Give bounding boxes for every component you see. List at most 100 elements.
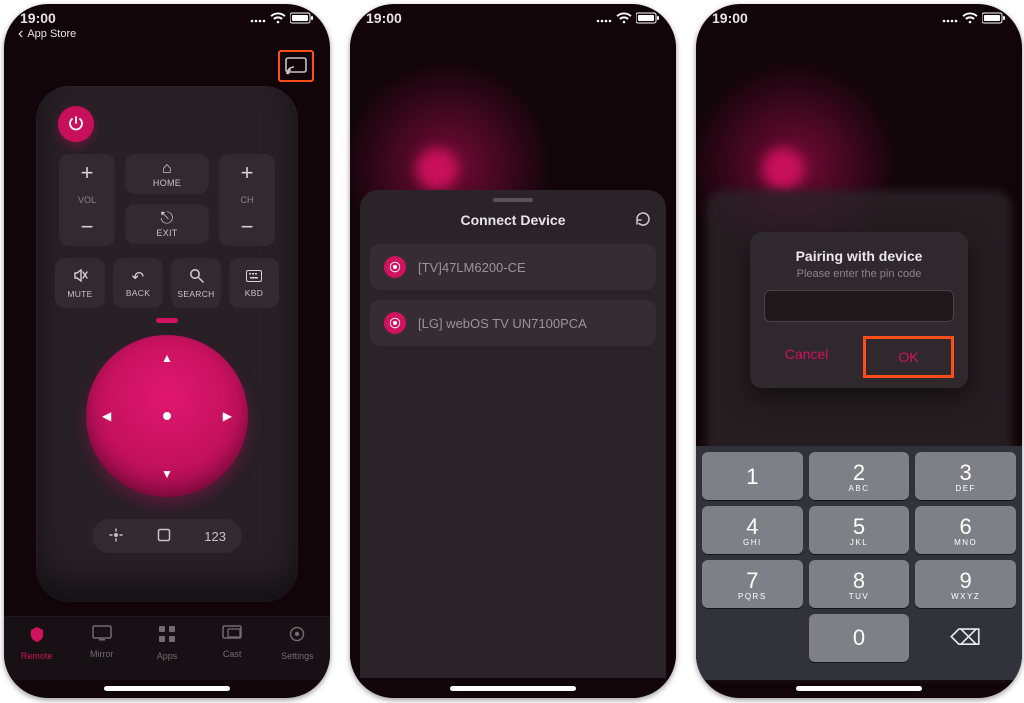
channel-rocker[interactable]: + CH − — [219, 154, 275, 246]
remote-control-panel: + VOL − ⌂ HOME ⎋ EXIT + CH − — [36, 86, 298, 602]
mute-label: MUTE — [67, 289, 92, 299]
dpad-left[interactable]: ◀ — [102, 409, 111, 423]
battery-icon — [982, 12, 1006, 24]
refresh-icon[interactable] — [634, 210, 652, 231]
bottom-tab-bar: Remote Mirror Apps Cast Settings — [4, 616, 330, 680]
signal-icon — [596, 13, 612, 23]
search-label: SEARCH — [177, 289, 214, 299]
keypad-blank — [702, 614, 803, 662]
keypad-4[interactable]: 4GHI — [702, 506, 803, 554]
backspace-icon: ⌫ — [950, 625, 981, 651]
pin-code-input[interactable] — [764, 290, 954, 322]
keypad-0[interactable]: 0 — [809, 614, 910, 662]
dpad-right[interactable]: ▶ — [223, 409, 232, 423]
numpad-mode[interactable]: 123 — [204, 529, 226, 544]
device-item-1[interactable]: ⦿ [LG] webOS TV UN7100PCA — [370, 300, 656, 346]
tab-apps[interactable]: Apps — [137, 625, 197, 661]
home-button[interactable]: ⌂ HOME — [125, 154, 209, 194]
phone-remote-screen: 19:00 App Store — [4, 4, 330, 698]
ch-label: CH — [241, 195, 254, 205]
wifi-icon — [616, 12, 632, 24]
mute-icon — [73, 268, 88, 287]
ok-button[interactable]: OK — [863, 336, 954, 378]
keypad-1[interactable]: 1 — [702, 452, 803, 500]
cast-icon[interactable] — [285, 57, 307, 75]
pairing-dialog: Pairing with device Please enter the pin… — [750, 232, 968, 388]
wifi-icon — [270, 12, 286, 24]
lg-logo-icon: ⦿ — [384, 312, 406, 334]
keypad-3[interactable]: 3DEF — [915, 452, 1016, 500]
tab-mirror[interactable]: Mirror — [72, 625, 132, 659]
exit-button[interactable]: ⎋ EXIT — [125, 204, 209, 244]
cast-target-highlight — [278, 50, 314, 82]
vol-down[interactable]: − — [81, 218, 94, 236]
status-time: 19:00 — [712, 10, 748, 26]
connect-device-sheet: Connect Device ⦿ [TV]47LM6200-CE ⦿ [LG] … — [360, 190, 666, 678]
apps-tab-icon — [158, 625, 176, 648]
keyboard-button[interactable]: KBD — [229, 258, 279, 308]
tab-apps-label: Apps — [157, 651, 178, 661]
tab-remote[interactable]: Remote — [7, 625, 67, 661]
signal-icon — [250, 13, 266, 23]
status-bar: 19:00 — [350, 4, 676, 28]
power-button[interactable] — [58, 106, 94, 142]
dialog-subtitle: Please enter the pin code — [764, 268, 954, 280]
device-name: [TV]47LM6200-CE — [418, 260, 526, 275]
mirror-tab-icon — [92, 625, 112, 646]
settings-tab-icon — [288, 625, 306, 648]
dpad: ▲ ▼ ◀ ▶ — [86, 335, 248, 497]
search-button[interactable]: SEARCH — [171, 258, 221, 308]
ch-down[interactable]: − — [241, 218, 254, 236]
dpad-ok[interactable] — [163, 412, 171, 420]
signal-icon — [942, 13, 958, 23]
keypad-8[interactable]: 8TUV — [809, 560, 910, 608]
lg-logo-icon: ⦿ — [384, 256, 406, 278]
status-time: 19:00 — [20, 10, 56, 26]
status-bar: 19:00 — [696, 4, 1022, 28]
keypad-7[interactable]: 7PQRS — [702, 560, 803, 608]
back-button[interactable]: ↶ BACK — [113, 258, 163, 308]
home-label: HOME — [153, 178, 181, 188]
device-name: [LG] webOS TV UN7100PCA — [418, 316, 587, 331]
back-to-app-store[interactable]: App Store — [4, 28, 330, 44]
back-icon: ↶ — [132, 268, 145, 286]
device-item-0[interactable]: ⦿ [TV]47LM6200-CE — [370, 244, 656, 290]
sheet-grabber[interactable] — [493, 198, 533, 202]
tab-mirror-label: Mirror — [90, 649, 114, 659]
exit-label: EXIT — [156, 228, 177, 238]
dialog-title: Pairing with device — [764, 248, 954, 264]
dpad-down[interactable]: ▼ — [161, 467, 173, 481]
keypad-2[interactable]: 2ABC — [809, 452, 910, 500]
exit-icon: ⎋ — [161, 210, 174, 228]
tab-cast[interactable]: Cast — [202, 625, 262, 659]
keypad-9[interactable]: 9WXYZ — [915, 560, 1016, 608]
status-bar: 19:00 — [4, 4, 330, 28]
home-icon: ⌂ — [162, 160, 172, 178]
back-label: BACK — [126, 288, 150, 298]
keypad-5[interactable]: 5JKL — [809, 506, 910, 554]
ch-up[interactable]: + — [241, 164, 254, 182]
phone-pairing-screen: 19:00 Pairing with device Please enter t… — [696, 4, 1022, 698]
search-icon — [189, 268, 204, 287]
keypad-6[interactable]: 6MNO — [915, 506, 1016, 554]
numeric-keypad: 1 2ABC 3DEF 4GHI 5JKL 6MNO 7PQRS 8TUV 9W… — [696, 446, 1022, 680]
drag-indicator — [156, 318, 178, 323]
wifi-icon — [962, 12, 978, 24]
keyboard-icon — [246, 269, 262, 286]
tab-settings[interactable]: Settings — [267, 625, 327, 661]
battery-icon — [290, 12, 314, 24]
vol-up[interactable]: + — [81, 164, 94, 182]
cast-tab-icon — [222, 625, 242, 646]
dpad-up[interactable]: ▲ — [161, 351, 173, 365]
mode-switch[interactable]: 123 — [92, 519, 242, 553]
cancel-button[interactable]: Cancel — [764, 336, 849, 378]
pointer-mode-icon[interactable] — [108, 527, 124, 546]
volume-rocker[interactable]: + VOL − — [59, 154, 115, 246]
keypad-backspace[interactable]: ⌫ — [915, 614, 1016, 662]
tab-remote-label: Remote — [21, 651, 53, 661]
remote-tab-icon — [28, 625, 46, 648]
mute-button[interactable]: MUTE — [55, 258, 105, 308]
tab-settings-label: Settings — [281, 651, 314, 661]
phone-connect-device-screen: 19:00 Connect Device ⦿ [TV]47LM6200-CE ⦿… — [350, 4, 676, 698]
touchpad-mode-icon[interactable] — [156, 527, 172, 546]
